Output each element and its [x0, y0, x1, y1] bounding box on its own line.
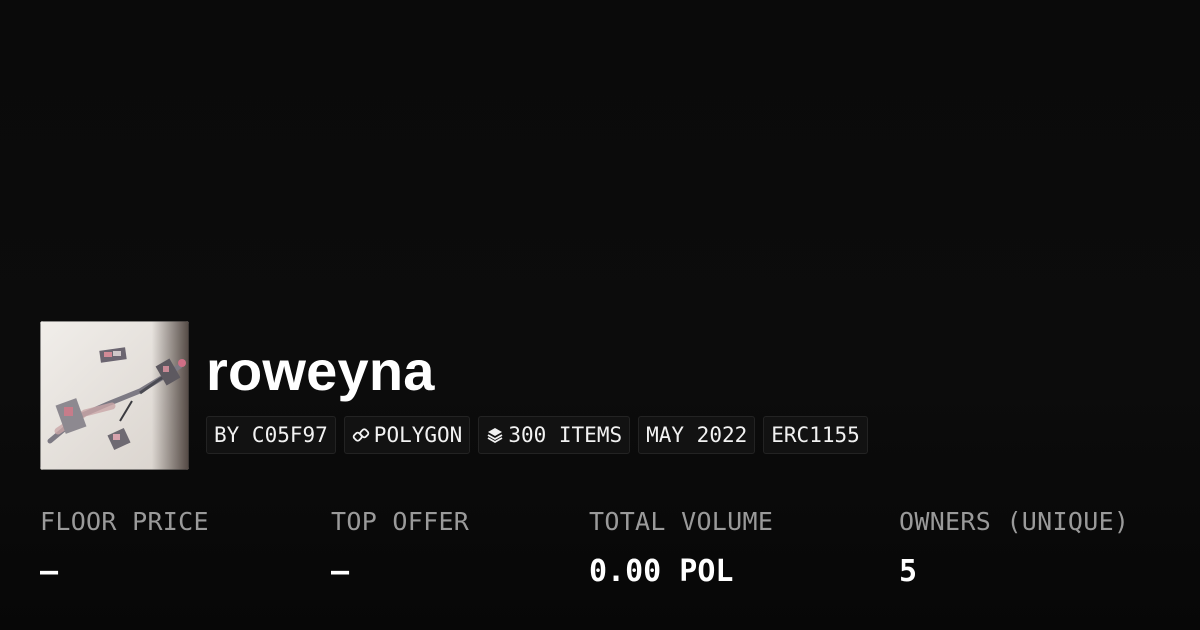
stat-value: 0.00 POL — [589, 554, 734, 589]
collection-title: roweyna — [206, 339, 435, 402]
chain-label: POLYGON — [373, 423, 463, 447]
chain-badge[interactable]: POLYGON — [343, 416, 471, 454]
stat-label: TOP OFFER — [331, 507, 470, 536]
date-badge: MAY 2022 — [638, 416, 756, 454]
standard-label: ERC1155 — [771, 423, 860, 447]
collection-image — [40, 321, 189, 470]
creator-label: BY C05F97 — [214, 423, 328, 447]
collection-badges: BY C05F97 POLYGON 300 ITEMS MAY 2022 ERC… — [206, 416, 868, 454]
standard-badge: ERC1155 — [763, 416, 868, 454]
stat-owners-unique: OWNERS (UNIQUE) 5 — [899, 505, 1129, 589]
link-icon — [352, 426, 370, 444]
stat-label: FLOOR PRICE — [40, 507, 209, 536]
collection-avatar — [40, 321, 189, 470]
stat-value: – — [40, 554, 59, 589]
date-label: MAY 2022 — [646, 423, 748, 447]
stat-label: TOTAL VOLUME — [589, 507, 774, 536]
stat-value: 5 — [899, 554, 918, 589]
stat-value: – — [331, 554, 350, 589]
creator-badge[interactable]: BY C05F97 — [206, 416, 336, 454]
stat-top-offer: TOP OFFER – — [331, 505, 469, 589]
layers-icon — [486, 426, 504, 444]
collection-header: roweyna BY C05F97 POLYGON 300 ITEMS MAY … — [40, 321, 868, 470]
stat-total-volume: TOTAL VOLUME 0.00 POL — [589, 505, 773, 589]
stat-floor-price: FLOOR PRICE – — [40, 505, 209, 589]
title-block: roweyna BY C05F97 POLYGON 300 ITEMS MAY … — [206, 321, 868, 454]
items-label: 300 ITEMS — [508, 423, 623, 447]
stat-label: OWNERS (UNIQUE) — [899, 507, 1130, 536]
items-badge[interactable]: 300 ITEMS — [478, 416, 631, 454]
